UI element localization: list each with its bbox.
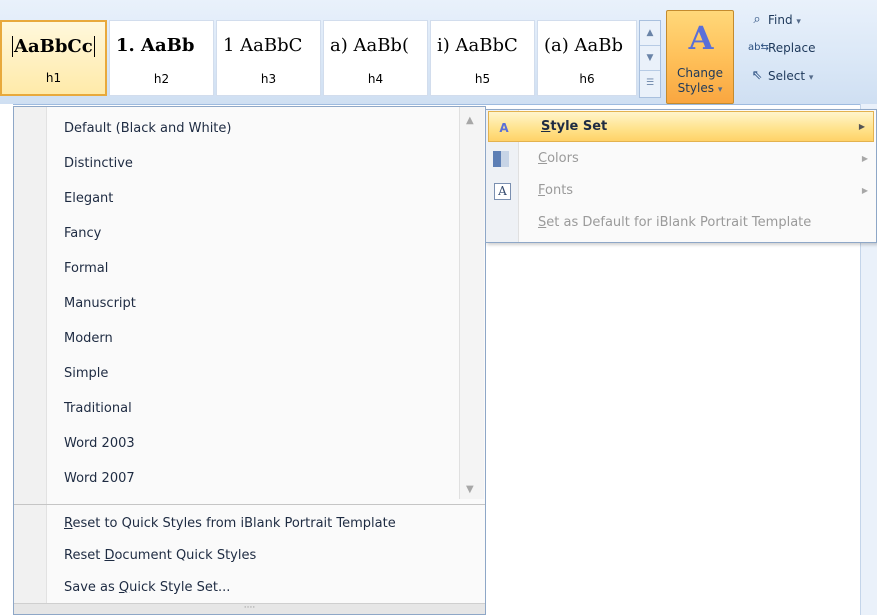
style-set-default[interactable]: Default (Black and White)	[14, 111, 457, 146]
style-tile-h1[interactable]: AaBbCc h1	[0, 20, 107, 96]
access-key: F	[538, 183, 546, 198]
style-set-simple[interactable]: Simple	[14, 356, 457, 391]
label-part: onts	[545, 183, 574, 198]
save-as-quick-style-set[interactable]: Save as Quick Style Set...	[14, 572, 485, 604]
style-sample: 1. AaBb	[116, 35, 195, 56]
scroll-up-icon[interactable]: ▲	[466, 115, 474, 126]
style-set-icon: A	[499, 121, 509, 135]
change-styles-button[interactable]: A Change Styles ▾	[666, 10, 734, 104]
style-name: h1	[45, 71, 62, 85]
style-name: h4	[367, 72, 384, 86]
scroll-down-icon[interactable]: ▼	[466, 484, 474, 495]
label-part: Save as	[64, 580, 119, 595]
menu-item-set-as-default[interactable]: Set as Default for iBlank Portrait Templ…	[486, 207, 876, 239]
reset-to-quick-styles[interactable]: Reset to Quick Styles from iBlank Portra…	[14, 508, 485, 540]
chevron-down-icon: ▾	[717, 85, 723, 95]
style-set-word-2003[interactable]: Word 2003	[14, 426, 457, 461]
replace-icon: ab⇆	[748, 42, 769, 53]
style-sample: a) AaBb(	[330, 35, 409, 56]
resize-grip[interactable]: ····	[14, 603, 485, 614]
fonts-icon: A	[494, 183, 511, 200]
style-tile-h5[interactable]: i) AaBbC h5	[430, 20, 535, 96]
style-tile-h4[interactable]: a) AaBb( h4	[323, 20, 428, 96]
style-set-word-2007[interactable]: Word 2007	[14, 461, 457, 496]
style-set-fancy[interactable]: Fancy	[14, 216, 457, 251]
ribbon: AaBbCc h1 1. AaBb h2 1 AaBbC h3 a) AaBb(…	[0, 0, 877, 105]
cursor-icon: ⇖	[751, 68, 763, 83]
style-sample: AaBbCc	[12, 36, 95, 57]
style-tile-h3[interactable]: 1 AaBbC h3	[216, 20, 321, 96]
style-sample: i) AaBbC	[437, 35, 518, 56]
label-part: Reset	[64, 548, 105, 563]
document-margin	[0, 104, 13, 615]
binoculars-icon: ⌕	[753, 12, 761, 27]
change-styles-label-line1: Change	[677, 66, 723, 80]
style-sample: 1 AaBbC	[223, 35, 303, 56]
label-part: et as Default for iBlank Portrait Templa…	[546, 215, 812, 230]
menu-item-fonts[interactable]: A Fonts ▶	[486, 175, 876, 207]
style-list-scrollbar[interactable]: ▲ ▼	[459, 107, 484, 499]
label-part: ocument Quick Styles	[114, 548, 257, 563]
access-key: Q	[118, 580, 130, 595]
replace-label: Replace	[768, 41, 816, 55]
access-key: C	[538, 151, 548, 166]
style-name: h6	[579, 72, 595, 86]
label-part: uick Style Set...	[129, 580, 231, 595]
select-label: Select	[768, 69, 806, 83]
style-tile-h6[interactable]: (a) AaBb h6	[537, 20, 637, 96]
editing-group: ⌕ Find ▾ ab⇆ Replace ⇖ Select ▾	[744, 8, 874, 88]
style-set-traditional[interactable]: Traditional	[14, 391, 457, 426]
submenu-arrow-icon: ▶	[858, 122, 865, 131]
change-styles-icon: A	[688, 19, 714, 57]
style-set-distinctive[interactable]: Distinctive	[14, 146, 457, 181]
style-tile-h2[interactable]: 1. AaBb h2	[109, 20, 214, 96]
menu-item-style-set[interactable]: A Style Set ▶	[488, 111, 874, 142]
label-part: olors	[547, 151, 579, 166]
style-set-menu: Default (Black and White) Distinctive El…	[13, 106, 486, 615]
label-part: tyle Set	[550, 119, 608, 134]
style-set-modern[interactable]: Modern	[14, 321, 457, 356]
menu-divider	[14, 504, 485, 505]
select-button[interactable]: ⇖ Select ▾	[744, 64, 874, 88]
replace-button[interactable]: ab⇆ Replace	[744, 36, 874, 60]
label-part: eset to Quick Styles from iBlank Portrai…	[72, 516, 396, 531]
find-label: Find	[768, 13, 793, 27]
change-styles-label-line2: Styles	[677, 81, 715, 95]
quick-styles-gallery: AaBbCc h1 1. AaBb h2 1 AaBbC h3 a) AaBb(…	[0, 17, 668, 101]
style-name: h2	[153, 72, 170, 86]
style-name: h3	[260, 72, 277, 86]
find-button[interactable]: ⌕ Find ▾	[744, 8, 874, 32]
style-set-formal[interactable]: Formal	[14, 251, 457, 286]
menu-item-colors[interactable]: Colors ▶	[486, 143, 876, 175]
style-set-elegant[interactable]: Elegant	[14, 181, 457, 216]
style-sample: (a) AaBb	[544, 35, 623, 56]
change-styles-menu: A Style Set ▶ Colors ▶ A Fonts ▶ Set as …	[485, 109, 877, 243]
submenu-arrow-icon: ▶	[861, 154, 868, 163]
access-key: S	[541, 119, 551, 134]
gallery-scroll: ▲ ▼ ☰	[639, 20, 661, 98]
gallery-scroll-up-icon[interactable]: ▲	[640, 21, 660, 46]
colors-icon	[493, 151, 509, 167]
style-menu-footer: Reset to Quick Styles from iBlank Portra…	[14, 508, 485, 604]
access-key: D	[104, 548, 115, 563]
style-set-list: Default (Black and White) Distinctive El…	[14, 111, 457, 496]
style-name: h5	[474, 72, 491, 86]
gallery-more-icon[interactable]: ☰	[640, 71, 660, 96]
chevron-down-icon: ▾	[796, 17, 801, 27]
submenu-arrow-icon: ▶	[861, 186, 868, 195]
style-set-manuscript[interactable]: Manuscript	[14, 286, 457, 321]
chevron-down-icon: ▾	[808, 73, 814, 83]
gallery-scroll-down-icon[interactable]: ▼	[640, 46, 660, 71]
reset-document-quick-styles[interactable]: Reset Document Quick Styles	[14, 540, 485, 572]
